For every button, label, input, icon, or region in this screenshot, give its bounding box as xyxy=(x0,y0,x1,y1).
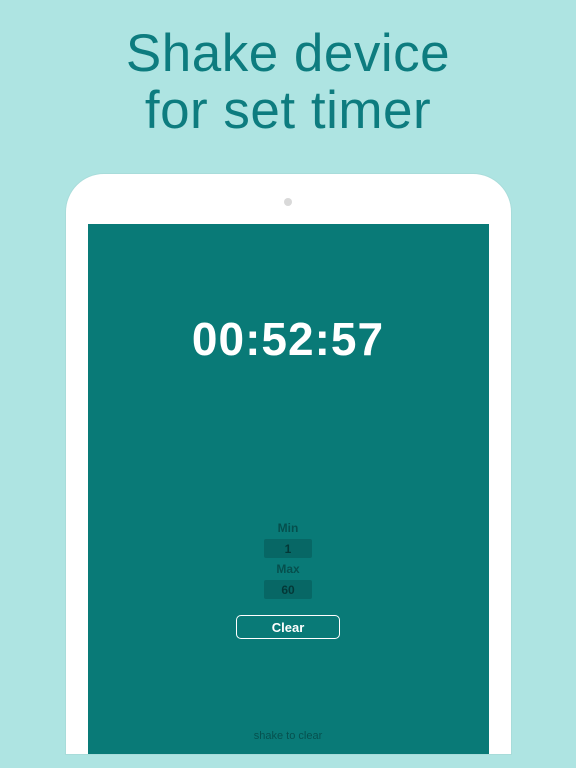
device-camera-icon xyxy=(284,198,292,206)
min-input[interactable]: 1 xyxy=(264,539,312,558)
timer-display: 00:52:57 xyxy=(192,312,384,366)
promo-headline: Shake device for set timer xyxy=(126,25,450,139)
max-input[interactable]: 60 xyxy=(264,580,312,599)
clear-button[interactable]: Clear xyxy=(236,615,340,639)
headline-line-2: for set timer xyxy=(126,82,450,139)
shake-hint: shake to clear xyxy=(254,730,322,742)
range-controls: Min 1 Max 60 Clear xyxy=(236,521,340,639)
tablet-frame: 00:52:57 Min 1 Max 60 Clear shake to cle… xyxy=(66,174,511,754)
app-screen: 00:52:57 Min 1 Max 60 Clear shake to cle… xyxy=(88,224,489,754)
min-label: Min xyxy=(278,521,299,535)
max-label: Max xyxy=(276,562,299,576)
headline-line-1: Shake device xyxy=(126,25,450,82)
